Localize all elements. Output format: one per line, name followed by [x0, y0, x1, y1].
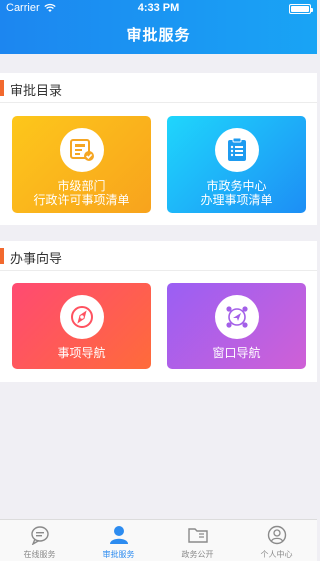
clipboard-list-icon	[227, 137, 246, 161]
folder-icon	[187, 528, 208, 543]
section-accent-bar	[0, 248, 4, 264]
bottom-tab-bar: 在线服务 审批服务 政务公开 个人中心	[0, 519, 317, 561]
card-icon-circle	[214, 295, 259, 339]
window-navigation-card[interactable]: 窗口导航	[167, 283, 306, 369]
card-icon-circle	[59, 128, 104, 172]
tab-label: 政务公开	[181, 550, 214, 559]
section-header: 办事向导	[0, 241, 317, 271]
card-icon-circle	[214, 128, 259, 172]
section-title: 审批目录	[10, 84, 63, 99]
card-label-line2: 行政许可事项清单	[33, 193, 130, 207]
top-bar: Carrier 4:33 PM 审批服务	[0, 0, 317, 54]
tab-label: 在线服务	[23, 550, 56, 559]
item-navigation-card[interactable]: 事项导航	[12, 283, 151, 369]
status-time: 4:33 PM	[137, 2, 180, 14]
department-license-card[interactable]: 市级部门 行政许可事项清单	[12, 116, 151, 213]
battery-icon	[289, 4, 313, 14]
card-label-line1: 市政务中心	[206, 179, 267, 193]
person-icon	[109, 526, 128, 544]
section-accent-bar	[0, 80, 4, 96]
tab-label: 个人中心	[260, 550, 293, 559]
tab-label: 审批服务	[102, 550, 135, 559]
document-check-icon	[69, 139, 94, 161]
tab-approval-service[interactable]: 审批服务	[79, 520, 158, 561]
tab-online-service[interactable]: 在线服务	[0, 520, 79, 561]
status-bar: Carrier 4:33 PM	[0, 0, 317, 18]
chat-bubble-icon	[30, 526, 49, 545]
card-icon-circle	[59, 295, 104, 339]
approval-catalog-section: 审批目录 市级部门 行政许可事项清单 市政务中心 办理事项清单	[0, 73, 317, 225]
tab-public-affairs[interactable]: 政务公开	[158, 520, 237, 561]
guide-section: 办事向导 事项导航 窗口导航	[0, 241, 317, 382]
compass-icon	[70, 306, 93, 328]
section-title: 办事向导	[10, 252, 63, 267]
location-nav-icon	[225, 306, 248, 328]
page-title: 审批服务	[126, 26, 191, 44]
profile-icon	[267, 525, 286, 545]
card-label-line2: 办理事项清单	[200, 193, 273, 207]
card-label-line1: 市级部门	[57, 179, 106, 193]
card-label: 事项导航	[57, 346, 106, 360]
service-center-card[interactable]: 市政务中心 办理事项清单	[167, 116, 306, 213]
tab-personal-center[interactable]: 个人中心	[237, 520, 316, 561]
section-header: 审批目录	[0, 73, 317, 103]
card-label: 窗口导航	[212, 346, 261, 360]
